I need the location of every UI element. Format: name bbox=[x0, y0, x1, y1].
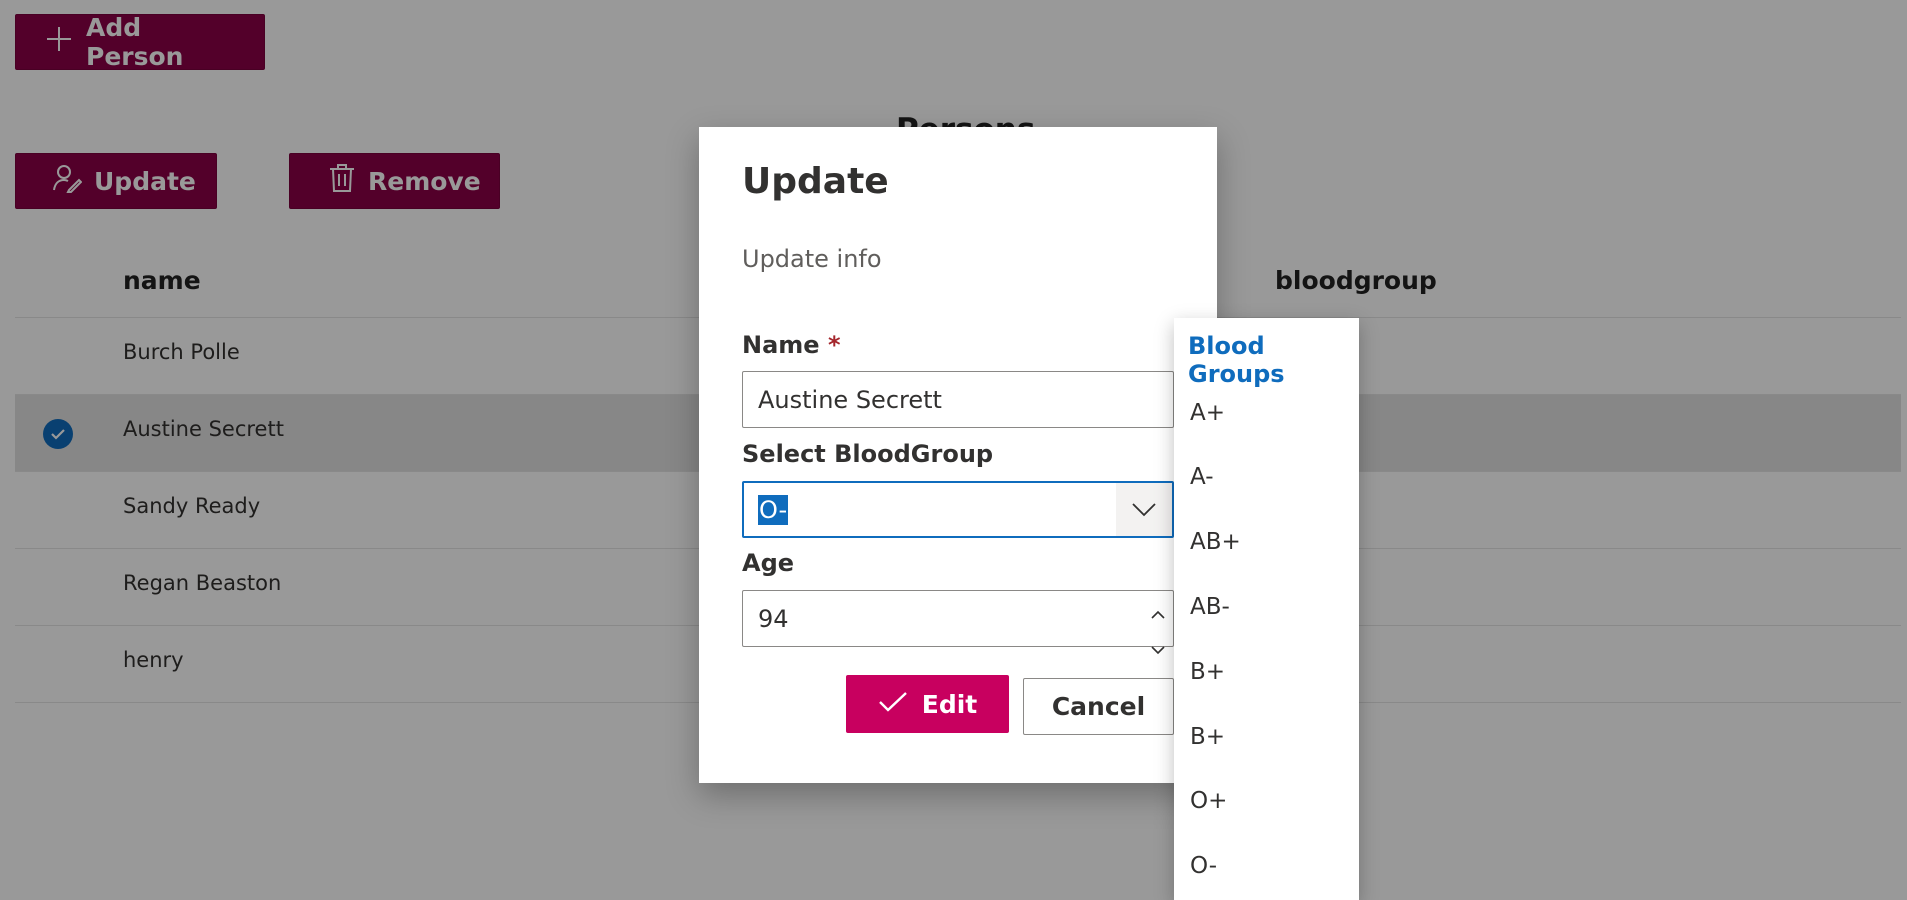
page: Add Person Persons Update Remove name bl… bbox=[0, 0, 1907, 900]
name-field[interactable]: Austine Secrett bbox=[742, 371, 1174, 428]
option-ab-plus[interactable]: AB+ bbox=[1190, 529, 1241, 555]
bloodgroup-value: O- bbox=[758, 494, 789, 525]
bloodgroup-combobox[interactable]: O- bbox=[742, 481, 1174, 538]
chevron-up-icon[interactable] bbox=[1151, 597, 1165, 625]
bloodgroup-listbox: Blood Groups A+ A- AB+ AB- B+ B+ O+ O- bbox=[1174, 318, 1359, 900]
age-stepper[interactable]: 94 bbox=[742, 590, 1174, 655]
option-b-plus[interactable]: B+ bbox=[1190, 659, 1225, 685]
option-ab-minus[interactable]: AB- bbox=[1190, 594, 1230, 620]
required-mark: * bbox=[827, 331, 841, 359]
checkmark-icon bbox=[878, 690, 908, 719]
listbox-header: Blood Groups bbox=[1188, 332, 1285, 388]
name-label-text: Name bbox=[742, 331, 820, 359]
age-value: 94 bbox=[758, 604, 789, 633]
option-a-minus[interactable]: A- bbox=[1190, 464, 1214, 490]
option-b-plus[interactable]: B+ bbox=[1190, 724, 1225, 750]
dialog-title: Update bbox=[742, 161, 889, 202]
name-label: Name * bbox=[742, 331, 841, 359]
name-field-value: Austine Secrett bbox=[758, 385, 942, 414]
age-spin-buttons bbox=[1151, 597, 1165, 661]
dialog-subtitle: Update info bbox=[742, 245, 882, 273]
cancel-button[interactable]: Cancel bbox=[1023, 678, 1174, 735]
cancel-label: Cancel bbox=[1051, 692, 1146, 721]
option-a-plus[interactable]: A+ bbox=[1190, 400, 1225, 426]
edit-button[interactable]: Edit bbox=[846, 675, 1009, 733]
bloodgroup-label: Select BloodGroup bbox=[742, 440, 994, 468]
option-o-plus[interactable]: O+ bbox=[1190, 788, 1227, 814]
chevron-down-icon[interactable] bbox=[1151, 633, 1165, 661]
chevron-down-icon[interactable] bbox=[1116, 483, 1172, 536]
edit-label: Edit bbox=[921, 689, 978, 719]
age-label: Age bbox=[742, 549, 795, 577]
option-o-minus[interactable]: O- bbox=[1190, 853, 1217, 879]
update-dialog: Update Update info Name * Austine Secret… bbox=[699, 127, 1217, 783]
